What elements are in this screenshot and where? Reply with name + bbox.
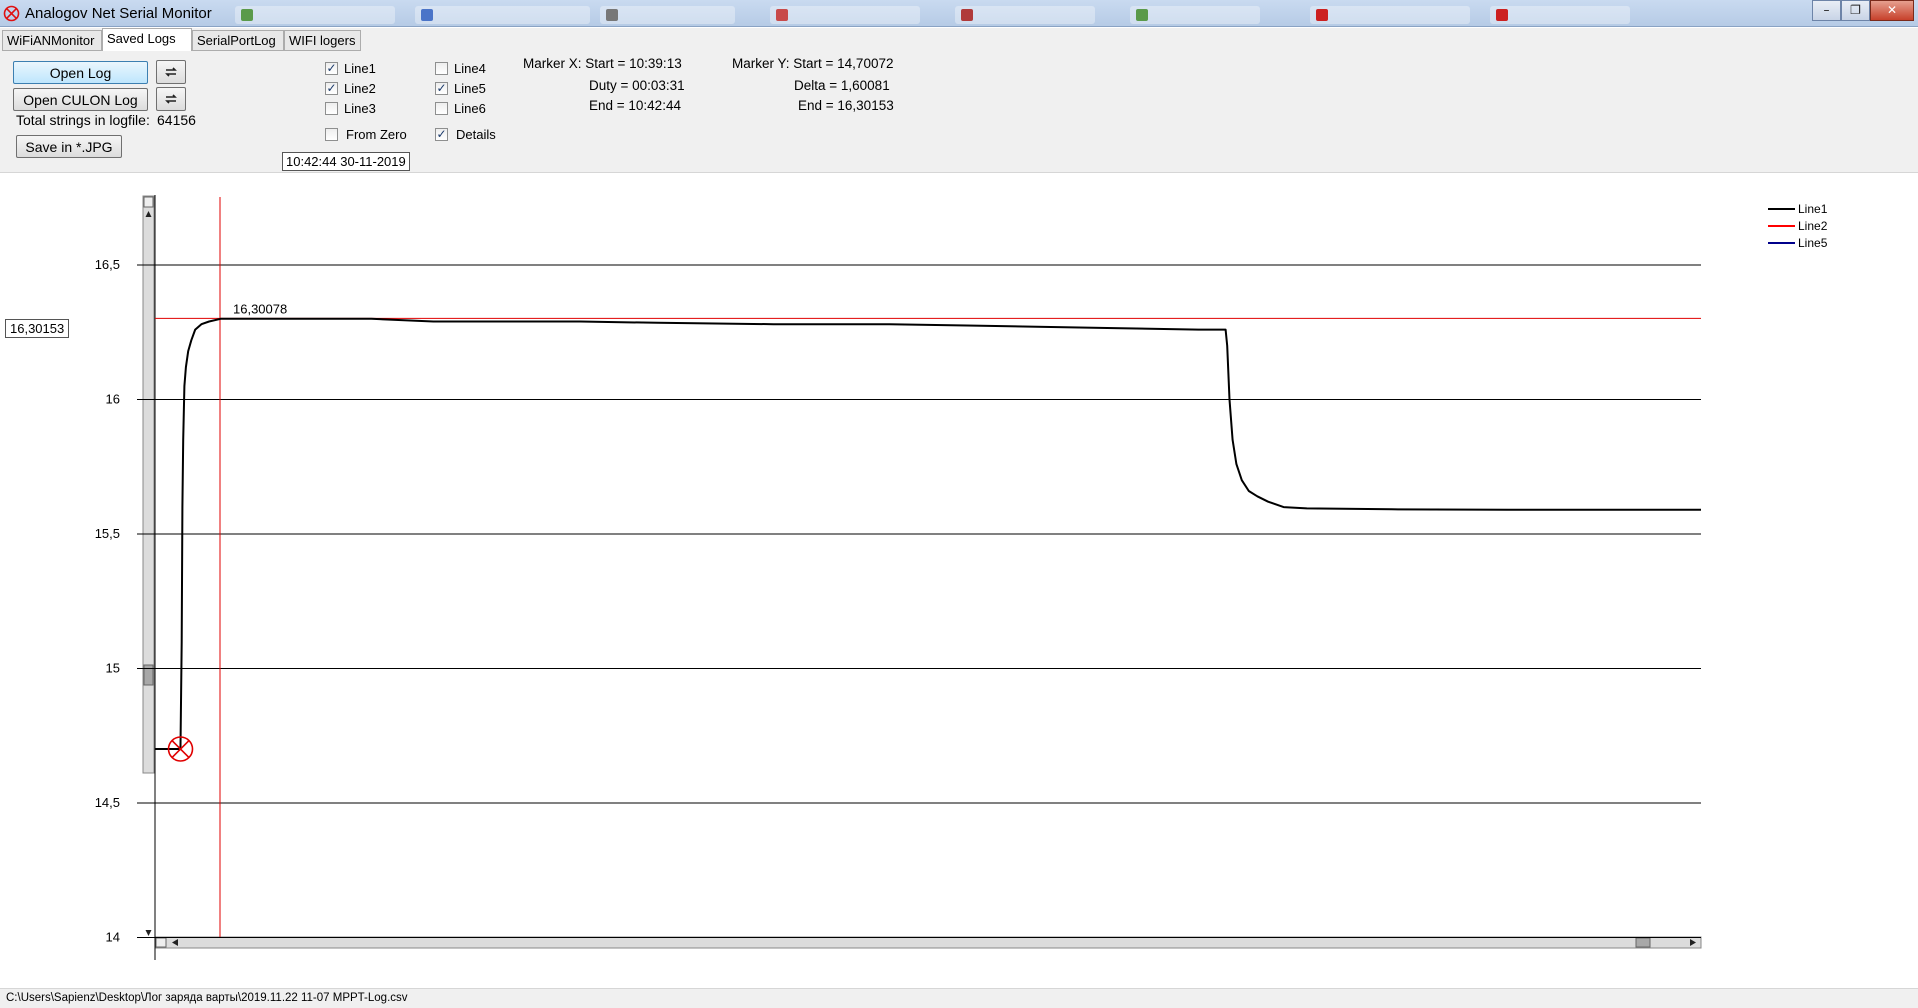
title-bar[interactable]: Analogov Net Serial Monitor – ❐ ✕ [0, 0, 1918, 27]
details-label: Details [456, 127, 496, 142]
line1-label: Line1 [344, 61, 376, 76]
tab-wifi-logers[interactable]: WIFI logers [284, 30, 361, 51]
background-tab [415, 6, 590, 24]
open-log-button[interactable]: Open Log [13, 61, 148, 84]
total-strings-value: 64156 [157, 112, 196, 128]
tab-strip: WiFiANMonitor Saved Logs SerialPortLog W… [0, 28, 1918, 51]
line3-checkbox[interactable] [325, 102, 338, 115]
status-bar: C:\Users\Sapienz\Desktop\Лог заряда варт… [0, 988, 1918, 1008]
tab-saved-logs[interactable]: Saved Logs [102, 28, 192, 51]
marker-y-start: Marker Y: Start = 14,70072 [732, 56, 894, 71]
from-zero-label: From Zero [346, 127, 407, 142]
scroll-zoom-button[interactable] [155, 937, 167, 948]
crossed-circle-icon [3, 5, 20, 22]
scroll-zoom-button[interactable] [143, 196, 154, 208]
line5-checkbox[interactable]: ✓ [435, 82, 448, 95]
total-strings-label: Total strings in logfile: [16, 112, 150, 128]
save-jpg-button[interactable]: Save in *.JPG [16, 135, 122, 158]
line4-label: Line4 [454, 61, 486, 76]
marker-x-start: Marker X: Start = 10:39:13 [523, 56, 682, 71]
y-tick-label: 16 [106, 392, 120, 407]
y-tick-label: 14,5 [95, 795, 120, 810]
line4-checkbox[interactable] [435, 62, 448, 75]
app-window: Analogov Net Serial Monitor – ❐ ✕ WiFiAN… [0, 0, 1918, 1008]
background-tab [1490, 6, 1630, 24]
refresh-culon-log-button[interactable] [156, 87, 186, 111]
from-zero-checkbox[interactable] [325, 128, 338, 141]
background-tab [955, 6, 1095, 24]
line2-label: Line2 [344, 81, 376, 96]
datetime-display: 10:42:44 30-11-2019 [282, 152, 410, 171]
y-tick-label: 16,5 [95, 257, 120, 272]
marker-y-end: End = 16,30153 [798, 98, 894, 113]
window-title: Analogov Net Serial Monitor [25, 5, 212, 22]
tab-serialportlog[interactable]: SerialPortLog [192, 30, 284, 51]
details-checkbox[interactable]: ✓ [435, 128, 448, 141]
maximize-button[interactable]: ❐ [1841, 0, 1870, 21]
cursor-value-box: 16,30153 [5, 319, 70, 338]
marker-x-duty: Duty = 00:03:31 [589, 78, 685, 93]
legend-label-line1: Line1 [1798, 202, 1828, 216]
vertical-scroll-track[interactable] [142, 195, 155, 774]
legend-label-line5: Line5 [1798, 236, 1828, 250]
refresh-arrows-icon [165, 94, 177, 104]
y-tick-label: 15,5 [95, 526, 120, 541]
line1-checkbox[interactable]: ✓ [325, 62, 338, 75]
close-button[interactable]: ✕ [1870, 0, 1914, 21]
line6-label: Line6 [454, 101, 486, 116]
status-file-path: C:\Users\Sapienz\Desktop\Лог заряда варт… [6, 992, 408, 1004]
y-tick-label: 15 [106, 661, 120, 676]
horizontal-scroll-thumb[interactable] [1635, 937, 1651, 948]
marker-x-end: End = 10:42:44 [589, 98, 681, 113]
line3-label: Line3 [344, 101, 376, 116]
marker-y-delta: Delta = 1,60081 [794, 78, 890, 93]
horizontal-scroll-track[interactable] [154, 936, 1702, 949]
background-tab [600, 6, 735, 24]
legend-label-line2: Line2 [1798, 219, 1828, 233]
open-culon-log-button[interactable]: Open CULON Log [13, 88, 148, 111]
line6-checkbox[interactable] [435, 102, 448, 115]
background-tab [770, 6, 920, 24]
background-tab [235, 6, 395, 24]
line5-label: Line5 [454, 81, 486, 96]
background-taskbar-tabs [235, 6, 1655, 24]
log-chart[interactable]: 14 14,5 15 15,5 16 16,5 16,30078 Line1 Line2 Line… [0, 175, 1918, 987]
refresh-log-button[interactable] [156, 60, 186, 84]
background-tab [1310, 6, 1470, 24]
saved-logs-toolbar: Open Log Open CULON Log Total strings in… [0, 51, 1918, 173]
refresh-arrows-icon [165, 67, 177, 77]
line2-checkbox[interactable]: ✓ [325, 82, 338, 95]
marker-value-label: 16,30078 [233, 301, 287, 316]
background-tab [1130, 6, 1260, 24]
tab-wifianmonitor[interactable]: WiFiANMonitor [2, 30, 102, 51]
scroll-down-arrow-icon[interactable] [145, 930, 152, 936]
minimize-button[interactable]: – [1812, 0, 1841, 21]
y-tick-label: 14 [106, 930, 120, 945]
